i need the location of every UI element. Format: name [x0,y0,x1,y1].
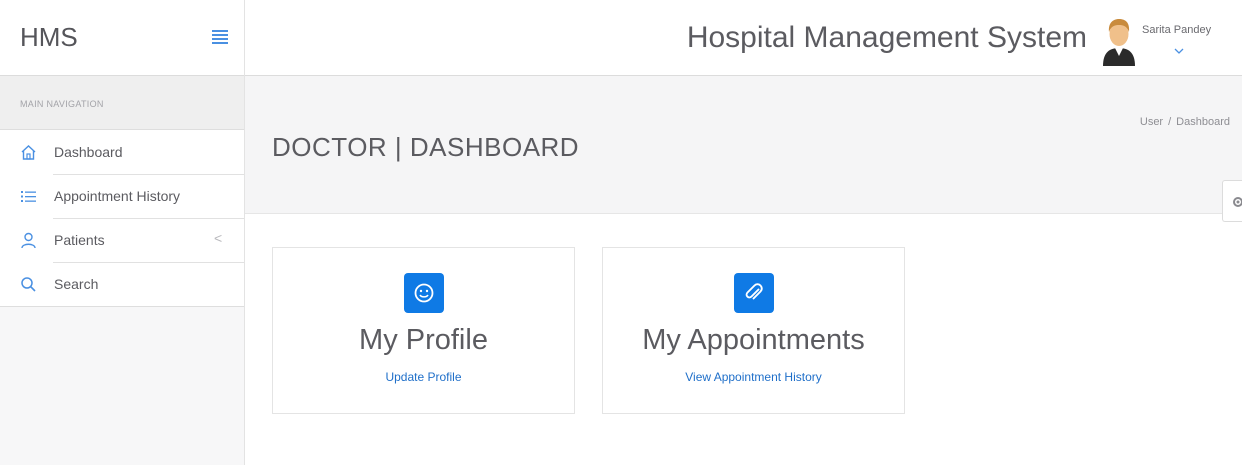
app-title: Hospital Management System [686,21,1087,54]
brand-logo[interactable]: HMS [20,22,78,53]
user-name[interactable]: Sarita Pandey [1142,24,1211,36]
gear-icon [1233,197,1242,207]
breadcrumb-user[interactable]: User [1140,116,1163,128]
page-title: DOCTOR | DASHBOARD [272,132,580,162]
avatar[interactable] [1100,14,1138,66]
user-icon [20,232,37,249]
sidebar-item-patients[interactable]: Patients < [0,218,244,262]
my-appointments-card: My Appointments View Appointment History [602,247,905,414]
top-header: Hospital Management System Sarita Pandey [245,0,1242,76]
my-profile-card: My Profile Update Profile [272,247,575,414]
breadcrumb-dashboard: Dashboard [1176,116,1230,128]
view-appointment-history-link[interactable]: View Appointment History [603,370,904,384]
list-icon [20,188,37,205]
card-title: My Appointments [642,324,865,356]
card-title: My Profile [359,324,488,356]
smiley-icon [403,273,444,313]
home-icon [20,144,37,161]
sidebar-item-label: Patients [54,232,105,248]
settings-panel-toggle[interactable] [1222,180,1242,222]
menu-toggle-icon[interactable] [212,30,228,44]
nav-section-label: MAIN NAVIGATION [0,76,244,129]
sidebar-item-dashboard[interactable]: Dashboard [0,130,244,174]
sidebar-item-search[interactable]: Search [0,262,244,306]
update-profile-link[interactable]: Update Profile [273,370,574,384]
chevron-down-icon[interactable] [1174,42,1184,54]
chevron-left-icon[interactable]: < [214,230,222,246]
sidebar-item-label: Dashboard [54,144,123,160]
breadcrumb: User / Dashboard [1140,116,1230,128]
brand-bar: HMS [0,0,244,76]
paperclip-icon [733,273,774,313]
search-icon [20,276,37,293]
sidebar-item-label: Search [54,276,99,292]
breadcrumb-separator: / [1168,116,1172,128]
main-navigation: Dashboard Appointment History Patients <… [0,129,244,307]
main-content: DOCTOR | DASHBOARD User / Dashboard My Pro… [245,76,1242,465]
sidebar-item-appointment-history[interactable]: Appointment History [0,174,244,218]
page-header: DOCTOR | DASHBOARD User / Dashboard [245,76,1242,214]
sidebar: HMS MAIN NAVIGATION Dashboard Appointmen… [0,0,245,465]
sidebar-item-label: Appointment History [54,188,181,204]
